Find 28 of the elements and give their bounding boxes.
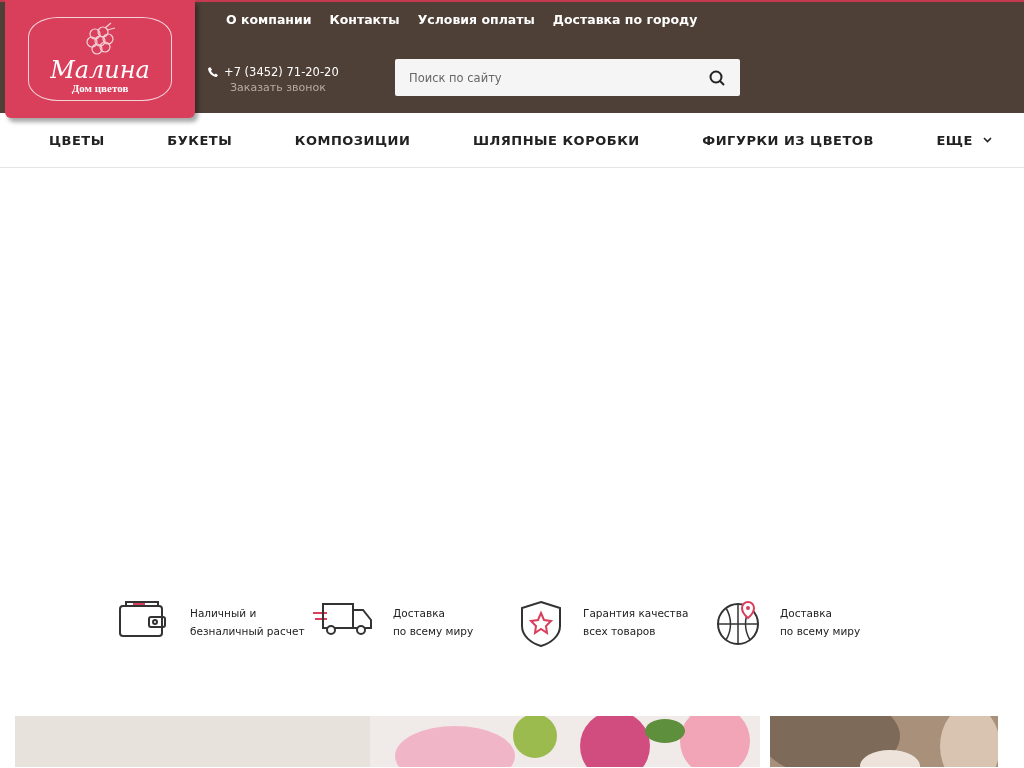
globe-icon: [716, 600, 762, 646]
wallet-icon: [119, 600, 168, 638]
search-icon[interactable]: [709, 70, 725, 86]
top-link[interactable]: О компании: [226, 12, 312, 27]
logo-subtitle: Дом цветов: [71, 82, 129, 94]
logo-card[interactable]: Малина Дом цветов: [5, 0, 195, 118]
phone-number: +7 (3452) 71-20-20: [224, 65, 339, 79]
chevron-icon: [982, 137, 992, 143]
truck-icon: [313, 600, 373, 636]
feature-text: Доставка по всему миру: [780, 606, 861, 639]
nav-item[interactable]: БУКЕТЫ: [167, 132, 233, 148]
feature-text: Доставка по всему миру: [393, 606, 474, 639]
feature-text: Гарантия качества всех товаров: [583, 606, 689, 639]
search-field[interactable]: Поиск по сайту: [395, 59, 740, 96]
nav-item[interactable]: ФИГУРКИ ИЗ ЦВЕТОВ: [702, 132, 874, 148]
nav-item[interactable]: ЦВЕТЫ: [49, 132, 105, 148]
callback-link[interactable]: Заказать звонок: [230, 81, 395, 94]
nav-item[interactable]: КОМПОЗИЦИИ: [294, 132, 411, 148]
nav-item[interactable]: ШЛЯПНЫЕ КОРОБКИ: [472, 132, 640, 148]
top-link[interactable]: Условия оплаты: [417, 12, 535, 27]
feature-text: Наличный и безналичный расчет: [190, 606, 305, 639]
nav-item[interactable]: ЕЩЕ: [936, 132, 992, 148]
logo-title: Малина: [50, 58, 150, 82]
raspberry-icon: [83, 22, 117, 58]
phone-icon: [208, 67, 218, 77]
shield-icon: [520, 600, 562, 648]
top-link[interactable]: Доставка по городу: [552, 12, 698, 27]
top-link[interactable]: Контакты: [329, 12, 400, 27]
